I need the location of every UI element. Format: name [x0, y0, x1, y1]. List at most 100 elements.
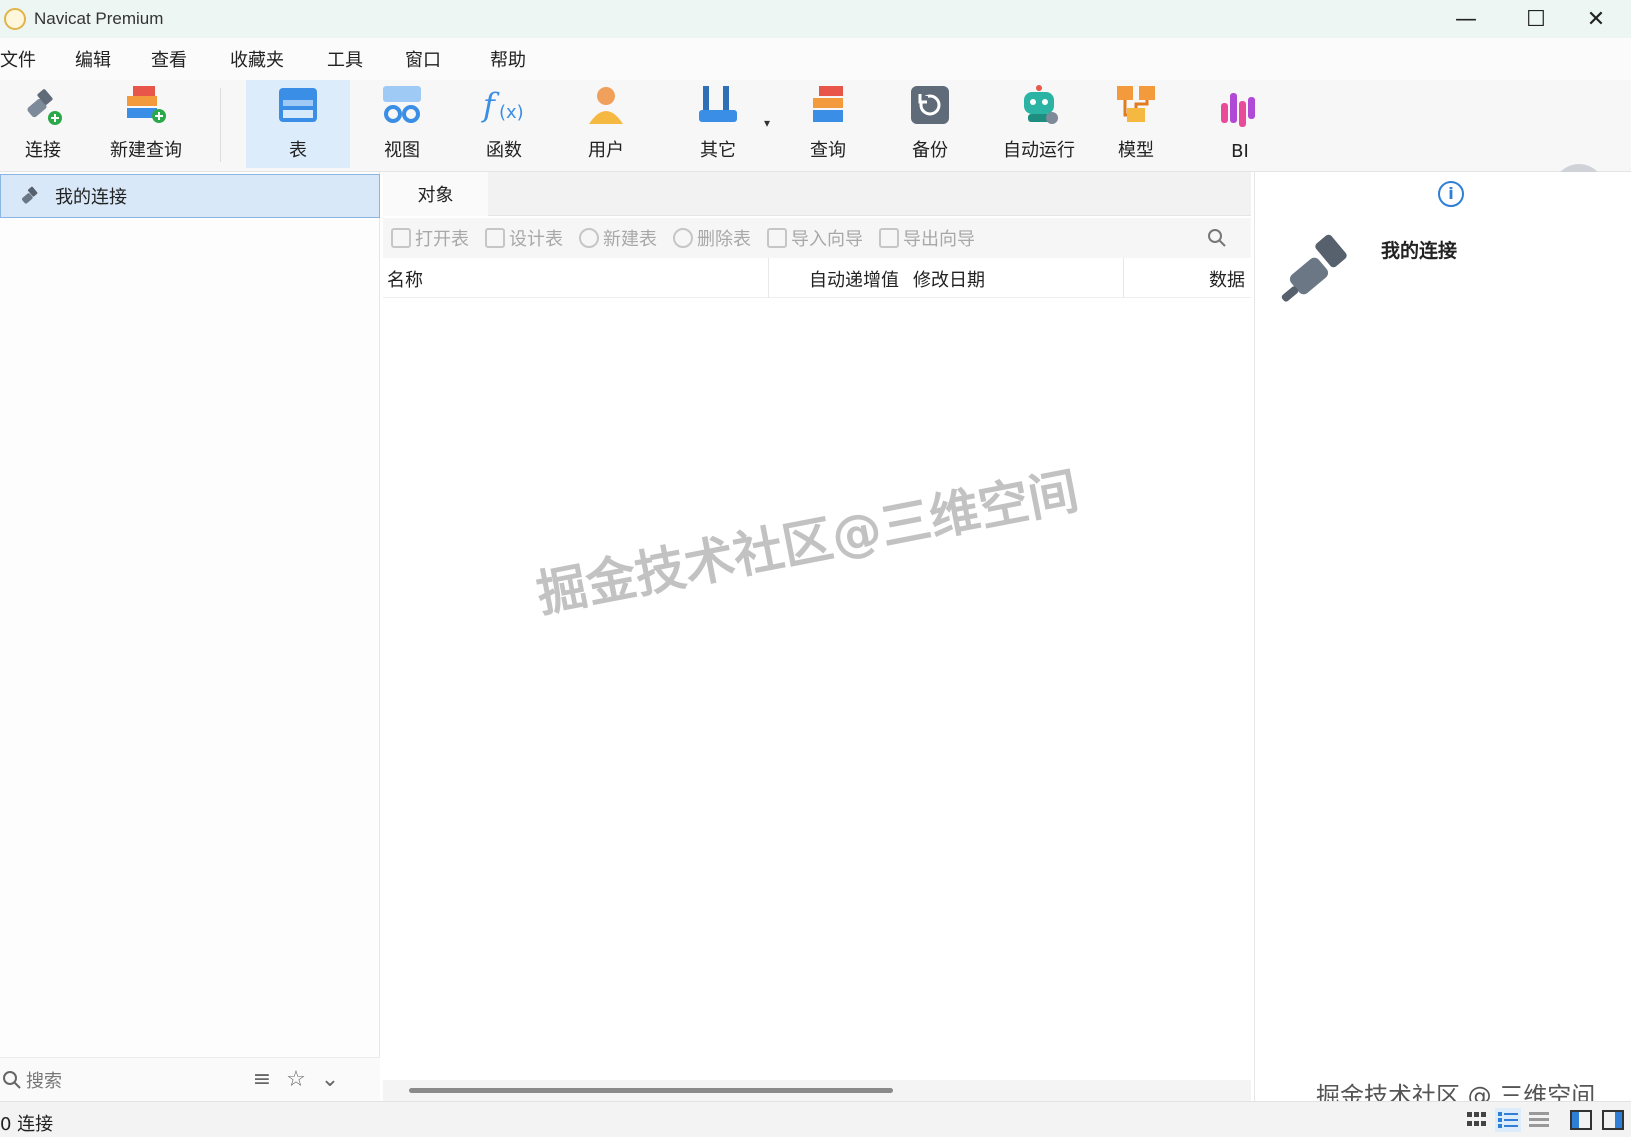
query-button[interactable]: 查询 [780, 80, 876, 168]
table-label: 表 [289, 140, 307, 161]
menu-favorites[interactable]: 收藏夹 [230, 46, 298, 72]
backup-label: 备份 [912, 140, 948, 161]
folder-open-icon [391, 228, 411, 248]
robot-automation-icon [1024, 85, 1058, 124]
delete-table-label: 删除表 [697, 229, 751, 250]
column-auto-increment[interactable]: 自动递增值 [809, 266, 899, 292]
detail-view-icon[interactable] [1526, 1108, 1552, 1132]
info-title: 我的连接 [1381, 240, 1458, 262]
menu-help[interactable]: 帮助 [490, 46, 540, 72]
view-glasses-icon [383, 86, 421, 123]
menu-file[interactable]: 文件 [0, 46, 50, 72]
menu-bar: 文件 编辑 查看 收藏夹 工具 窗口 帮助 [0, 38, 1631, 80]
filter-icon[interactable]: ≡ [248, 1066, 276, 1094]
bi-button[interactable]: BI [1192, 80, 1288, 168]
user-button[interactable]: 用户 [558, 80, 654, 168]
automation-label: 自动运行 [1003, 140, 1075, 161]
other-button[interactable]: 其它 [668, 80, 768, 168]
menu-view[interactable]: 查看 [151, 46, 201, 72]
export-icon [879, 228, 899, 248]
menu-edit[interactable]: 编辑 [75, 46, 125, 72]
design-table-label: 设计表 [509, 229, 563, 250]
plus-circle-icon [579, 228, 599, 248]
import-wizard-button[interactable]: 导入向导 [767, 225, 863, 251]
toggle-right-panel-icon[interactable] [1600, 1108, 1626, 1132]
collapse-icon[interactable]: ⌄ [316, 1066, 344, 1094]
export-wizard-button[interactable]: 导出向导 [879, 225, 975, 251]
horizontal-scrollbar[interactable] [383, 1080, 1251, 1101]
object-search-icon[interactable] [1205, 226, 1229, 250]
function-button[interactable]: f (x) 函数 [456, 80, 552, 168]
backup-icon [911, 86, 949, 124]
import-icon [767, 228, 787, 248]
toolbar-divider [220, 88, 221, 162]
minus-circle-icon [673, 228, 693, 248]
new-table-label: 新建表 [603, 229, 657, 250]
view-label: 视图 [384, 140, 420, 161]
open-table-label: 打开表 [415, 229, 469, 250]
object-list-header: 名称 自动递增值 修改日期 数据 [383, 258, 1251, 298]
info-icon[interactable]: i [1438, 181, 1464, 207]
status-bar: 0 连接 [0, 1101, 1631, 1137]
column-data[interactable]: 数据 [1209, 266, 1251, 292]
column-divider [1123, 258, 1124, 298]
user-icon [589, 87, 623, 124]
other-dropdown-arrow-icon[interactable]: ▾ [764, 116, 770, 130]
navicat-logo-icon [4, 8, 26, 30]
svg-text:f: f [481, 86, 500, 124]
tab-strip: 对象 [383, 172, 1251, 216]
connect-button[interactable]: 连接 [0, 80, 86, 168]
new-query-button[interactable]: 新建查询 [96, 80, 196, 168]
title-bar: Navicat Premium — ☐ ✕ [0, 0, 1631, 38]
delete-table-button[interactable]: 删除表 [673, 225, 751, 251]
bi-chart-icon [1221, 93, 1255, 127]
open-table-button[interactable]: 打开表 [391, 225, 469, 251]
model-icon [1117, 86, 1155, 122]
objects-panel: 对象 打开表 设计表 新建表 删除表 导入向导 导出向导 名称 自动递增值 修改… [383, 172, 1251, 1101]
function-label: 函数 [486, 140, 522, 161]
plug-large-icon [1281, 234, 1347, 302]
list-view-icon[interactable] [1495, 1108, 1521, 1132]
automation-button[interactable]: 自动运行 [984, 80, 1094, 168]
connection-item-label: 我的连接 [55, 187, 127, 208]
export-wizard-label: 导出向导 [903, 229, 975, 250]
minimize-button[interactable]: — [1431, 0, 1501, 38]
search-icon [3, 1070, 21, 1089]
view-button[interactable]: 视图 [354, 80, 450, 168]
column-modified-date[interactable]: 修改日期 [913, 266, 985, 292]
column-divider [768, 258, 769, 298]
other-label: 其它 [700, 140, 736, 161]
pencil-icon [485, 228, 505, 248]
connection-tree-panel: 我的连接 搜索 ≡ ☆ ⌄ [0, 172, 380, 1101]
model-label: 模型 [1118, 140, 1154, 161]
new-table-button[interactable]: 新建表 [579, 225, 657, 251]
scrollbar-thumb[interactable] [409, 1088, 893, 1093]
function-fx-icon: f (x) [481, 86, 524, 124]
tab-objects[interactable]: 对象 [383, 172, 488, 216]
plug-icon [22, 186, 38, 204]
connection-item-my-connection[interactable]: 我的连接 [0, 174, 380, 218]
connection-count: 0 连接 [0, 1114, 54, 1135]
menu-tools[interactable]: 工具 [327, 46, 377, 72]
connection-search-bar[interactable]: 搜索 ≡ ☆ ⌄ [0, 1057, 380, 1101]
menu-window[interactable]: 窗口 [405, 46, 455, 72]
backup-button[interactable]: 备份 [882, 80, 978, 168]
table-button[interactable]: 表 [246, 80, 350, 168]
search-input[interactable]: 搜索 [26, 1067, 62, 1093]
close-button[interactable]: ✕ [1561, 0, 1631, 38]
info-panel: i 我的连接 [1254, 172, 1631, 1101]
design-table-button[interactable]: 设计表 [485, 225, 563, 251]
tools-other-icon [699, 86, 737, 122]
svg-text:(x): (x) [499, 102, 524, 123]
connect-label: 连接 [25, 140, 61, 161]
star-favorite-icon[interactable]: ☆ [282, 1066, 310, 1094]
toggle-left-panel-icon[interactable] [1568, 1108, 1594, 1132]
column-name[interactable]: 名称 [387, 266, 423, 292]
model-button[interactable]: 模型 [1088, 80, 1184, 168]
user-label: 用户 [588, 140, 624, 161]
new-query-icon [127, 86, 166, 123]
plug-add-icon [27, 89, 62, 125]
grid-view-icon[interactable] [1464, 1108, 1490, 1132]
import-wizard-label: 导入向导 [791, 229, 863, 250]
object-toolbar: 打开表 设计表 新建表 删除表 导入向导 导出向导 [383, 218, 1251, 258]
